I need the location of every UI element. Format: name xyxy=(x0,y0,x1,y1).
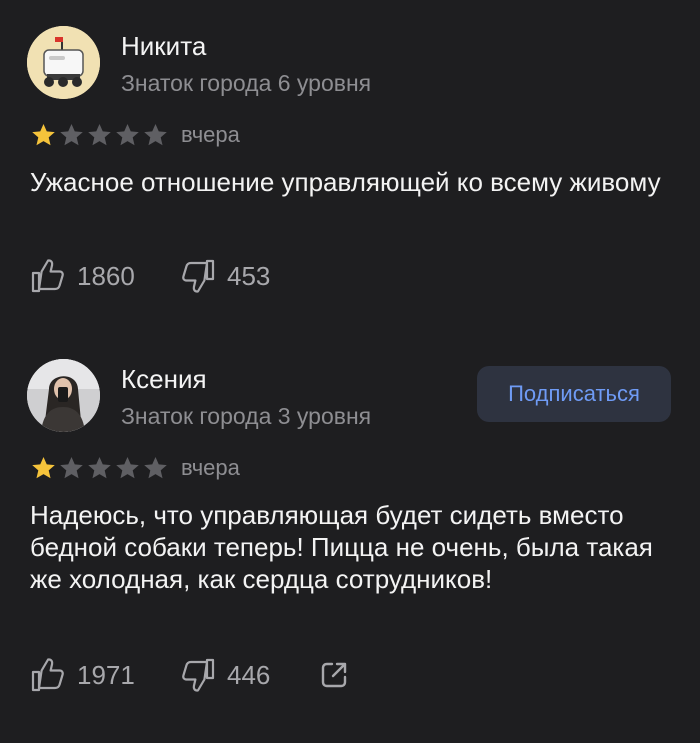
review-text: Надеюсь, что управляющая будет сидеть вм… xyxy=(30,500,653,594)
share-button[interactable] xyxy=(318,659,350,691)
star-empty-icon xyxy=(116,123,139,146)
author-name[interactable]: Ксения xyxy=(121,364,207,394)
star-filled-icon xyxy=(32,123,55,146)
star-empty-icon xyxy=(88,456,111,479)
review-actions: 1860 453 xyxy=(30,258,318,294)
star-empty-icon xyxy=(144,123,167,146)
star-rating xyxy=(30,455,169,481)
rating-row: вчера xyxy=(30,121,240,149)
thumbs-down-icon xyxy=(182,259,215,293)
dislike-count: 453 xyxy=(227,260,271,291)
star-empty-icon xyxy=(60,123,83,146)
author-level: Знаток города 3 уровня xyxy=(121,403,372,429)
review-text: Ужасное отношение управляющей ко всему ж… xyxy=(30,167,661,197)
author-name[interactable]: Никита xyxy=(121,31,206,61)
star-empty-icon xyxy=(88,123,111,146)
author-avatar[interactable] xyxy=(27,359,100,432)
star-filled-icon xyxy=(32,456,55,479)
star-empty-icon xyxy=(60,456,83,479)
like-button[interactable]: 1860 xyxy=(30,258,180,294)
review-actions: 1971 446 xyxy=(30,657,350,693)
like-button[interactable]: 1971 xyxy=(30,657,180,693)
rating-row: вчера xyxy=(30,454,240,482)
dislike-button[interactable]: 453 xyxy=(180,258,318,294)
star-rating xyxy=(30,122,169,148)
author-avatar[interactable] xyxy=(27,26,100,99)
star-empty-icon xyxy=(144,456,167,479)
author-level: Знаток города 6 уровня xyxy=(121,70,372,96)
subscribe-button[interactable]: Подписаться xyxy=(477,366,671,422)
thumbs-up-icon xyxy=(31,658,64,692)
like-count: 1860 xyxy=(77,260,135,291)
thumbs-up-icon xyxy=(31,259,64,293)
star-empty-icon xyxy=(116,456,139,479)
review-date: вчера xyxy=(181,122,240,147)
robot-avatar-icon xyxy=(27,26,100,99)
thumbs-down-icon xyxy=(182,658,215,692)
user-photo-avatar xyxy=(27,359,100,432)
dislike-button[interactable]: 446 xyxy=(180,657,318,693)
share-icon xyxy=(321,662,347,688)
review-date: вчера xyxy=(181,455,240,480)
dislike-count: 446 xyxy=(227,659,271,690)
like-count: 1971 xyxy=(77,659,135,690)
